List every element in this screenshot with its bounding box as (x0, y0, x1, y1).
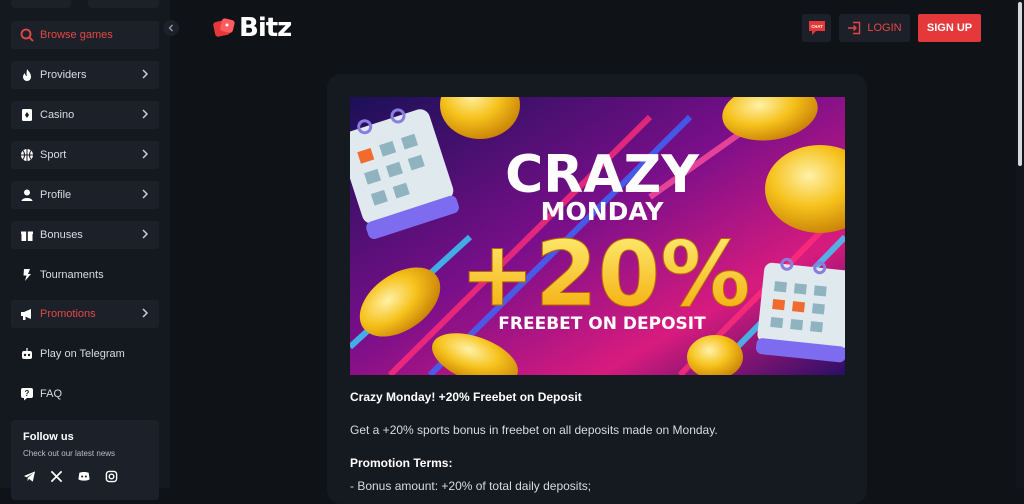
promo-description: Get a +20% sports bonus in freebet on al… (350, 423, 718, 437)
robot-icon (19, 346, 35, 362)
sidebar-item-label: Play on Telegram (40, 348, 125, 360)
chat-label: CHAT (811, 24, 823, 29)
sidebar-item-label: Casino (40, 109, 75, 121)
sidebar-item-faq[interactable]: ? FAQ (11, 380, 159, 408)
chat-button[interactable]: CHAT (802, 14, 831, 42)
sidebar-item-tournaments[interactable]: Tournaments (11, 261, 159, 289)
sidebar-item-sport[interactable]: Sport (11, 141, 159, 169)
sidebar-collapse-button[interactable] (163, 20, 179, 36)
user-icon (19, 187, 35, 203)
sidebar-item-providers[interactable]: Providers (11, 61, 159, 89)
chevron-right-icon (141, 69, 149, 82)
sidebar-item-casino[interactable]: Casino (11, 101, 159, 129)
sidebar: Browse games Providers Casino Sport Prof… (0, 0, 170, 500)
browse-games-label: Browse games (40, 29, 113, 41)
telegram-icon[interactable] (23, 470, 36, 488)
sidebar-item-profile[interactable]: Profile (11, 181, 159, 209)
sidebar-item-promotions[interactable]: Promotions (11, 300, 159, 328)
dice-logo-icon (213, 18, 235, 37)
megaphone-icon (19, 306, 35, 322)
follow-us-subtitle: Check out our latest news (23, 449, 116, 458)
page-scrollbar[interactable] (1016, 0, 1024, 488)
banner-line1: CRAZY (505, 145, 700, 205)
ball-icon (19, 147, 35, 163)
scrollbar-thumb[interactable] (1018, 2, 1022, 166)
follow-us-panel: Follow us Check out our latest news (11, 420, 159, 500)
bolt-icon (19, 267, 35, 283)
sidebar-item-label: Providers (40, 69, 87, 81)
promo-terms-title: Promotion Terms: (350, 456, 453, 470)
help-icon: ? (19, 386, 35, 402)
discord-icon[interactable] (77, 470, 91, 488)
search-icon (19, 27, 35, 43)
sidebar-top-tab[interactable] (11, 0, 71, 8)
chevron-right-icon (141, 109, 149, 122)
chevron-right-icon (141, 189, 149, 202)
x-icon[interactable] (50, 470, 63, 488)
cards-icon (19, 107, 35, 123)
sidebar-item-telegram[interactable]: Play on Telegram (11, 340, 159, 368)
instagram-icon[interactable] (105, 470, 118, 488)
chat-icon: CHAT (808, 21, 825, 35)
brand-logo[interactable]: Bitz (212, 13, 292, 43)
follow-us-title: Follow us (23, 431, 74, 443)
chevron-left-icon (168, 24, 173, 32)
promo-title: Crazy Monday! +20% Freebet on Deposit (350, 390, 582, 404)
signup-button[interactable]: SIGN UP (918, 14, 981, 42)
banner-line3: +20% (460, 222, 751, 327)
calendar-right (755, 257, 845, 363)
promo-terms-line: - Bonus amount: +20% of total daily depo… (350, 479, 592, 493)
chevron-right-icon (141, 229, 149, 242)
chevron-right-icon (141, 308, 149, 321)
sidebar-top-tab[interactable] (88, 0, 159, 8)
gift-icon (19, 227, 35, 243)
sidebar-item-label: Bonuses (40, 229, 83, 241)
sidebar-item-label: FAQ (40, 388, 63, 400)
sidebar-item-label: Sport (40, 149, 67, 161)
promo-banner-image: CRAZY MONDAY +20% FREEBET ON DEPOSIT (350, 97, 845, 375)
fire-icon (19, 67, 35, 83)
sidebar-item-bonuses[interactable]: Bonuses (11, 221, 159, 249)
sidebar-item-label: Tournaments (40, 269, 104, 281)
sidebar-item-label: Promotions (40, 308, 96, 320)
login-label: LOGIN (867, 22, 902, 34)
sidebar-item-label: Profile (40, 189, 72, 201)
login-button[interactable]: LOGIN (839, 14, 910, 42)
banner-line4: FREEBET ON DEPOSIT (498, 314, 706, 334)
browse-games-search[interactable]: Browse games (11, 21, 159, 49)
chevron-right-icon (141, 149, 149, 162)
svg-text:?: ? (25, 389, 30, 398)
signup-label: SIGN UP (926, 22, 973, 34)
brand-name: Bitz (239, 13, 292, 43)
login-icon (848, 21, 861, 35)
